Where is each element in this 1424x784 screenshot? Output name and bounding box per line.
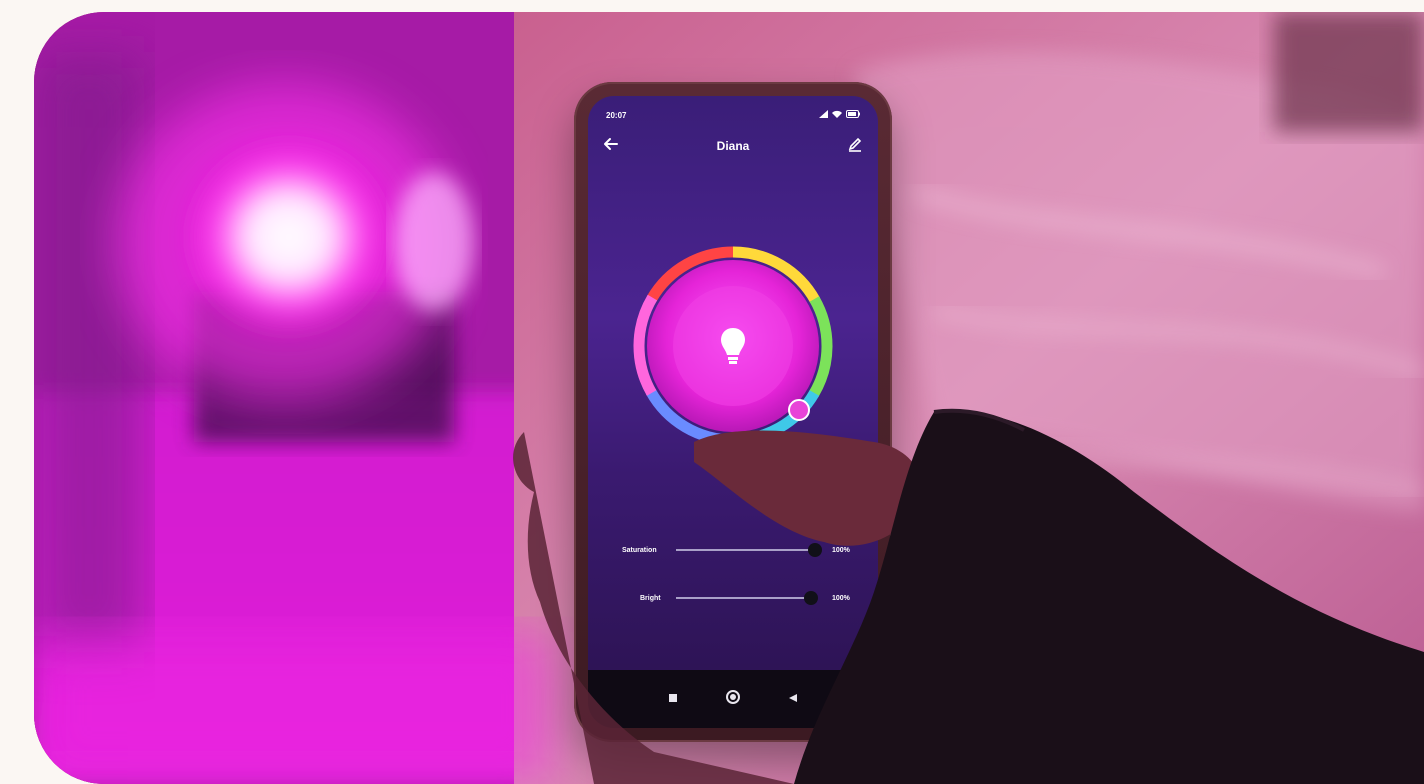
android-nav-bar — [588, 670, 878, 728]
status-icons — [819, 110, 860, 120]
pencil-icon[interactable] — [846, 136, 864, 154]
color-wheel[interactable] — [633, 246, 833, 446]
saturation-track[interactable] — [676, 549, 814, 551]
saturation-label: Saturation — [622, 546, 657, 554]
saturation-knob[interactable] — [808, 543, 822, 557]
signal-icon — [819, 110, 828, 120]
saturation-value: 100% — [832, 546, 850, 554]
brightness-track[interactable] — [676, 597, 808, 599]
lightbulb-icon — [719, 326, 747, 370]
color-picker-handle — [788, 399, 810, 421]
battery-icon — [846, 110, 860, 120]
brightness-slider[interactable]: Bright 100% — [588, 588, 878, 608]
back-arrow-icon[interactable] — [602, 136, 620, 154]
brightness-label: Bright — [640, 594, 661, 602]
brightness-value: 100% — [832, 594, 850, 602]
home-circle-icon[interactable] — [726, 689, 740, 709]
app-bar: Diana — [588, 132, 878, 160]
status-time: 20:07 — [606, 110, 627, 120]
smartphone: 20:07 Diana Saturation 100% Bright 100% — [574, 82, 892, 742]
phone-screen: 20:07 Diana Saturation 100% Bright 100% — [588, 96, 878, 728]
recent-apps-square-icon[interactable] — [668, 690, 678, 708]
back-triangle-icon[interactable] — [788, 690, 798, 708]
wifi-icon — [832, 110, 842, 120]
saturation-slider[interactable]: Saturation 100% — [588, 540, 878, 560]
device-title: Diana — [716, 139, 750, 153]
brightness-knob[interactable] — [804, 591, 818, 605]
status-bar: 20:07 — [606, 108, 860, 122]
photo: 20:07 Diana Saturation 100% Bright 100% — [34, 12, 1424, 784]
